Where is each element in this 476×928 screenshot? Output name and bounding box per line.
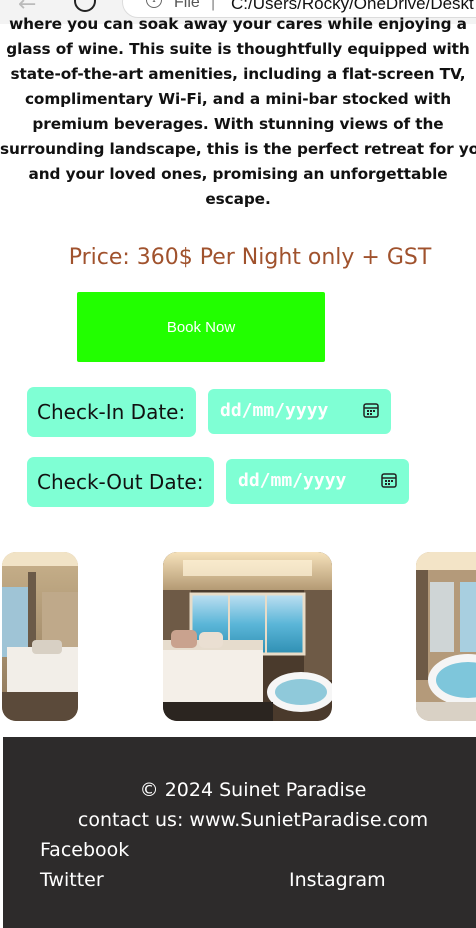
book-now-button[interactable]: Book Now [77, 292, 325, 362]
site-footer: © 2024 Suinet Paradise contact us: www.S… [3, 737, 476, 928]
checkin-label: Check-In Date: [27, 387, 196, 437]
description-line: and your loved ones, promising an unforg… [28, 165, 448, 183]
description-line: where you can soak away your cares while… [9, 15, 467, 33]
description-line: complimentary Wi-Fi, and a mini-bar stoc… [24, 90, 452, 108]
calendar-icon[interactable] [363, 402, 379, 418]
checkin-date-input[interactable]: dd/mm/yyyy [208, 389, 391, 434]
description-line: premium beverages. With stunning views o… [32, 115, 444, 133]
address-separator: | [211, 0, 216, 11]
copyright-text: © 2024 Suinet Paradise [139, 779, 367, 801]
facebook-link[interactable]: Facebook [40, 839, 129, 861]
checkout-date-input[interactable]: dd/mm/yyyy [226, 459, 409, 504]
reload-icon[interactable] [74, 0, 96, 12]
checkout-date-placeholder: dd/mm/yyyy [238, 470, 347, 491]
calendar-icon[interactable] [381, 472, 397, 488]
room-photo-bedroom-left[interactable] [2, 552, 78, 721]
checkin-date-placeholder: dd/mm/yyyy [220, 400, 329, 421]
description-line: glass of wine. This suite is thoughtfull… [6, 40, 470, 58]
room-photo-suite-jacuzzi[interactable] [163, 552, 332, 721]
description-line: escape. [205, 190, 271, 208]
file-label: File [174, 0, 200, 11]
room-photo-jacuzzi-right[interactable] [416, 552, 476, 721]
price-text: Price: 360$ Per Night only + GST [68, 245, 432, 270]
description-line: surrounding landscape, this is the perfe… [0, 140, 476, 158]
checkout-label: Check-Out Date: [27, 457, 214, 507]
suite-description: where you can soak away your cares while… [0, 12, 476, 212]
room-gallery [0, 552, 476, 722]
contact-text: contact us: www.SunietParadise.com [77, 809, 429, 831]
description-line: state-of-the-art amenities, including a … [10, 65, 466, 83]
twitter-link[interactable]: Twitter [40, 869, 104, 891]
instagram-link[interactable]: Instagram [289, 869, 386, 891]
